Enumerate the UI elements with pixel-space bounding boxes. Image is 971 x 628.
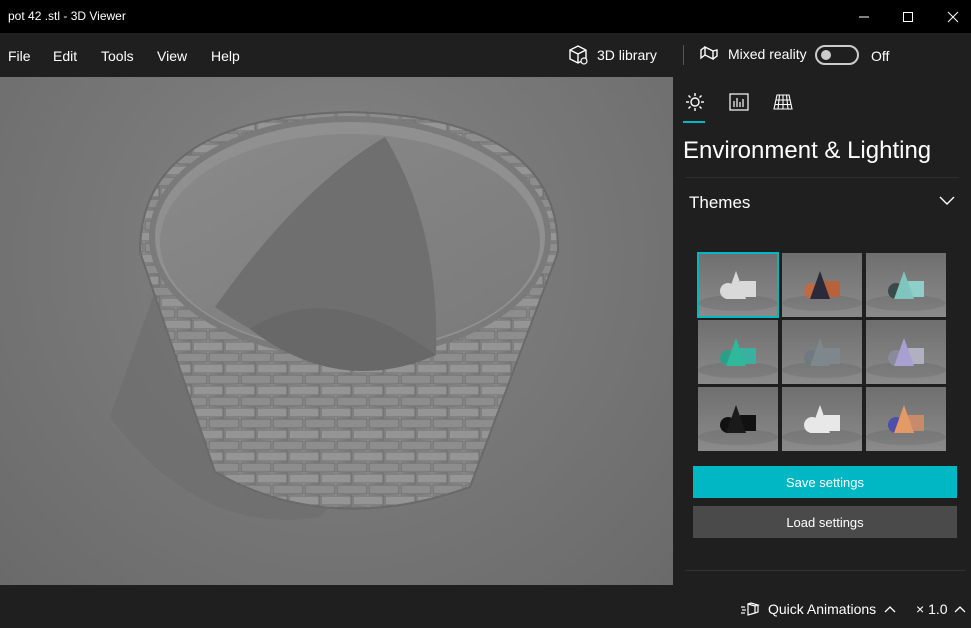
3d-library-button[interactable]: 3D library [567, 44, 657, 66]
maximize-icon [903, 11, 913, 22]
themes-label: Themes [689, 193, 751, 212]
maximize-button[interactable] [885, 0, 931, 33]
animation-icon [741, 602, 760, 616]
panel-title: Environment & Lighting [683, 137, 932, 164]
menu-tools[interactable]: Tools [101, 48, 134, 64]
quick-animations-button[interactable]: Quick Animations [740, 601, 896, 617]
minimize-button[interactable] [841, 0, 887, 33]
themes-expander[interactable]: Themes [685, 177, 959, 227]
chevron-down-icon [939, 196, 955, 205]
theme-preview-icon [782, 271, 862, 311]
theme-white[interactable] [782, 387, 862, 451]
zoom-label: × 1.0 [916, 601, 948, 617]
mixed-reality-state: Off [871, 48, 890, 64]
active-tab-indicator [683, 121, 705, 123]
close-icon [947, 11, 959, 22]
chevron-up-icon [954, 606, 965, 613]
toggle-knob [821, 50, 831, 60]
theme-lavender[interactable] [866, 320, 946, 384]
zoom-control[interactable]: × 1.0 [916, 601, 966, 617]
mixed-reality-icon [700, 45, 718, 61]
chevron-up-icon [884, 606, 896, 613]
close-button[interactable] [930, 0, 971, 33]
menu-bar: File Edit Tools View Help 3D library Mix… [0, 33, 971, 77]
menu-view[interactable]: View [157, 48, 187, 64]
save-settings-button[interactable]: Save settings [693, 466, 957, 498]
panel-divider [685, 570, 965, 571]
title-bar: pot 42 .stl - 3D Viewer [0, 0, 971, 33]
theme-preview-icon [782, 405, 862, 445]
cube-icon [569, 45, 588, 65]
load-settings-button[interactable]: Load settings [693, 506, 957, 538]
menu-edit[interactable]: Edit [53, 48, 77, 64]
theme-preview-icon [866, 271, 946, 311]
theme-preview-icon [782, 338, 862, 378]
theme-preview-icon [866, 405, 946, 445]
theme-dusk[interactable] [866, 387, 946, 451]
grid-icon [773, 94, 793, 110]
pot-model [110, 110, 560, 520]
theme-preview-icon [698, 338, 778, 378]
theme-preview-icon [698, 405, 778, 445]
stats-icon [729, 93, 749, 111]
theme-slate[interactable] [782, 320, 862, 384]
mixed-reality-toggle[interactable] [815, 45, 859, 65]
tab-grid-views[interactable] [771, 91, 795, 113]
theme-sunset[interactable] [782, 253, 862, 317]
status-bar: Quick Animations × 1.0 [0, 585, 971, 628]
theme-teal-soft[interactable] [866, 253, 946, 317]
mixed-reality-button[interactable]: Mixed reality [698, 44, 807, 64]
sun-icon [686, 93, 704, 111]
3d-library-label: 3D library [597, 47, 657, 63]
toolbar-divider [683, 45, 684, 65]
settings-panel: Environment & Lighting Themes Save setti… [673, 77, 971, 585]
tab-stats-shading[interactable] [727, 91, 751, 113]
theme-default-gray[interactable] [697, 252, 779, 318]
mixed-reality-label: Mixed reality [728, 46, 807, 62]
theme-preview-icon [698, 271, 778, 311]
tab-environment-lighting[interactable] [683, 91, 707, 113]
3d-viewport[interactable] [0, 77, 673, 585]
menu-help[interactable]: Help [211, 48, 240, 64]
theme-emerald[interactable] [698, 320, 778, 384]
window-title: pot 42 .stl - 3D Viewer [8, 9, 126, 23]
theme-dark[interactable] [698, 387, 778, 451]
quick-animations-label: Quick Animations [768, 601, 877, 617]
menu-file[interactable]: File [8, 48, 31, 64]
minimize-icon [859, 16, 869, 17]
theme-preview-icon [866, 338, 946, 378]
